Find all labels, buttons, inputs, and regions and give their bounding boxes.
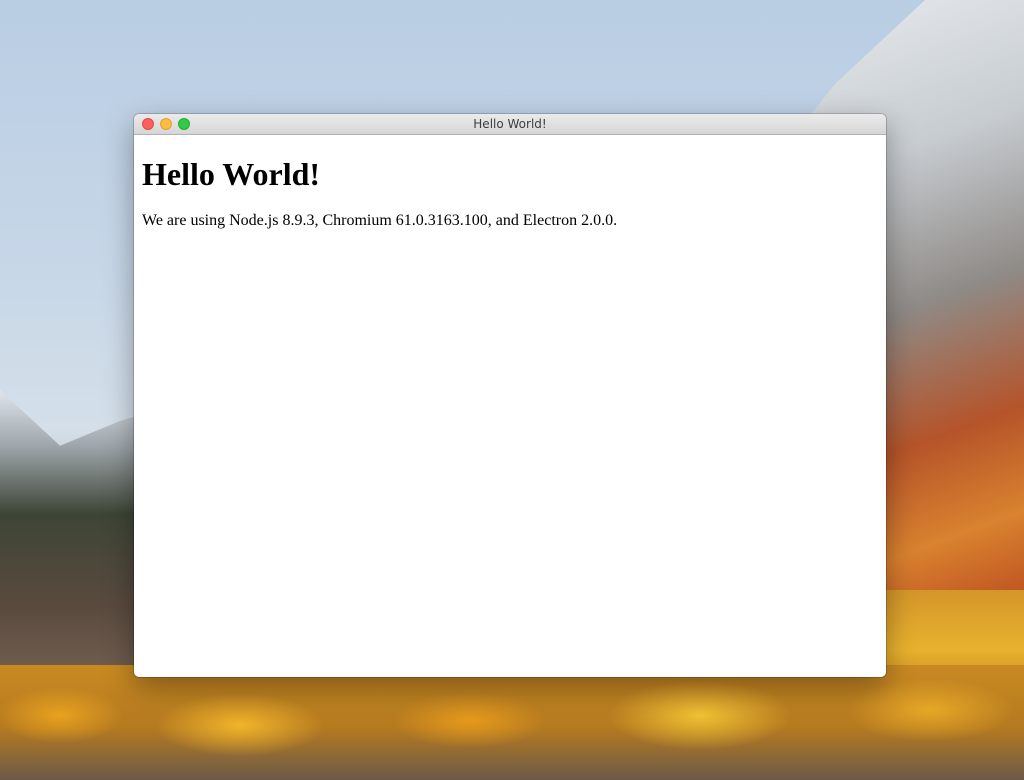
window-titlebar[interactable]: Hello World! bbox=[134, 114, 886, 135]
version-info-text: We are using Node.js 8.9.3, Chromium 61.… bbox=[142, 212, 618, 229]
window-title: Hello World! bbox=[473, 117, 547, 131]
desktop-wallpaper: Hello World! Hello World! We are using N… bbox=[0, 0, 1024, 780]
page-content: Hello World! We are using Node.js 8.9.3,… bbox=[134, 156, 886, 231]
page-heading: Hello World! bbox=[142, 156, 321, 192]
app-window: Hello World! Hello World! We are using N… bbox=[134, 114, 886, 677]
wallpaper-foliage bbox=[0, 665, 1024, 780]
